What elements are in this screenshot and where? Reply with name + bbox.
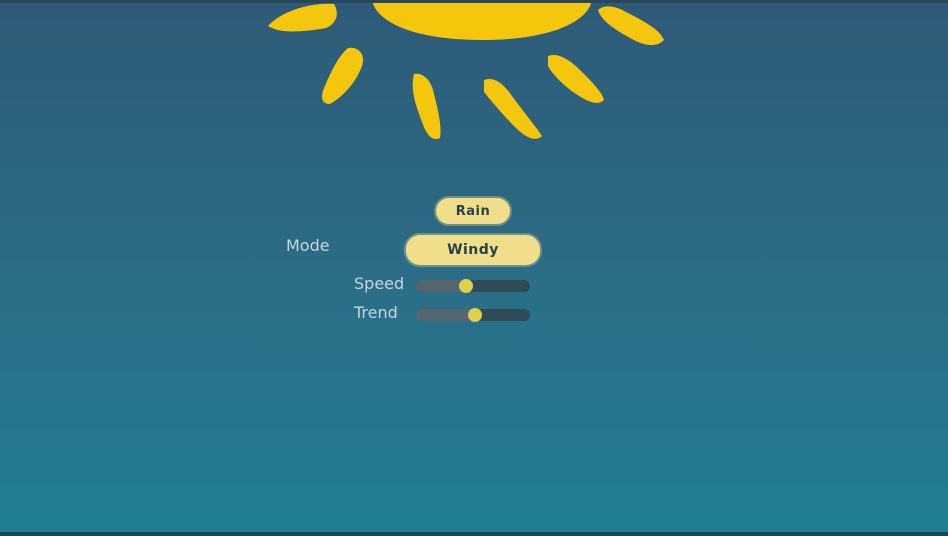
sun-ray (412, 73, 441, 140)
mode-label: Mode (286, 236, 330, 255)
rain-button[interactable]: Rain (436, 198, 510, 224)
trend-slider[interactable] (416, 308, 530, 322)
trend-slider-fill (416, 309, 476, 321)
sun-ray (548, 54, 604, 103)
sun-ray (268, 3, 337, 32)
app-screen: { "colors": { "sun": "#f4c60c", "pill_bg… (0, 0, 948, 536)
sun-ray (598, 6, 664, 46)
sun-ray (484, 78, 542, 139)
speed-slider[interactable] (416, 279, 530, 293)
sun-icon (268, 0, 664, 140)
speed-slider-knob[interactable] (459, 279, 474, 293)
trend-label: Trend (354, 303, 398, 322)
speed-label: Speed (354, 274, 405, 293)
sun-body (372, 0, 592, 40)
sun-ray (322, 47, 364, 104)
trend-slider-knob[interactable] (468, 308, 483, 322)
mode-dropdown[interactable]: Windy (406, 235, 540, 265)
